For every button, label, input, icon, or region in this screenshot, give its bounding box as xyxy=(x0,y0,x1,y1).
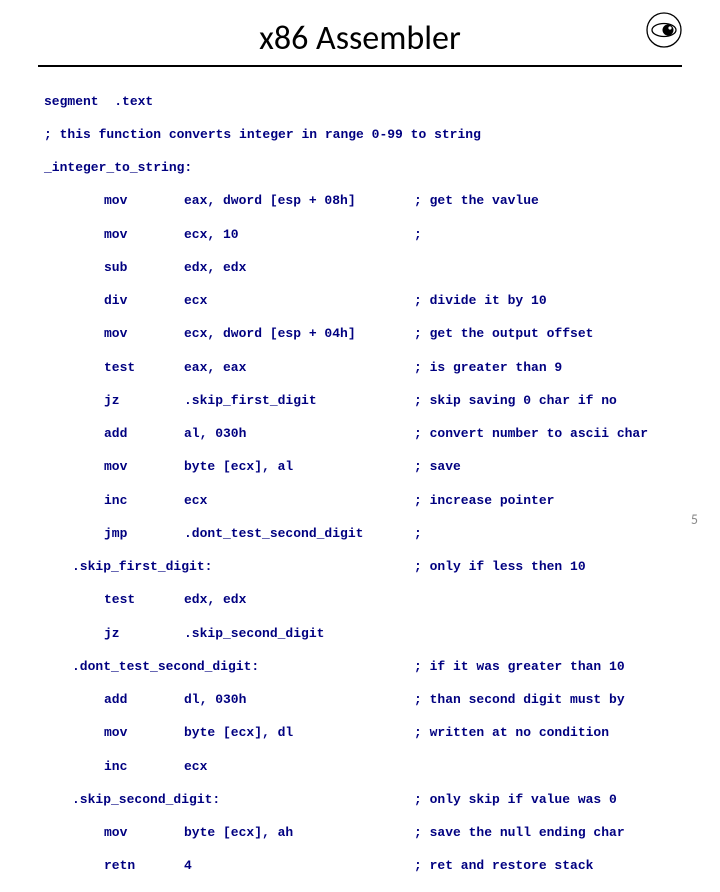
code-line: adddl, 030h; than second digit must by xyxy=(44,692,720,709)
code-line: retn4; ret and restore stack xyxy=(44,858,720,875)
code-label: .skip_second_digit:; only skip if value … xyxy=(44,792,720,809)
code-line: incecx xyxy=(44,759,720,776)
code-line: divecx; divide it by 10 xyxy=(44,293,720,310)
slide-title: x86 Assembler xyxy=(259,18,461,59)
code-listing: segment .text ; this function converts i… xyxy=(44,77,720,892)
code-line: movecx, 10; xyxy=(44,227,720,244)
code-line: jz.skip_second_digit xyxy=(44,626,720,643)
code-line: movbyte [ecx], ah; save the null ending … xyxy=(44,825,720,842)
code-line: movecx, dword [esp + 04h]; get the outpu… xyxy=(44,326,720,343)
code-line: moveax, dword [esp + 08h]; get the vavlu… xyxy=(44,193,720,210)
code-label: _integer_to_string: xyxy=(44,160,720,177)
code-line: incecx; increase pointer xyxy=(44,493,720,510)
code-line: testedx, edx xyxy=(44,592,720,609)
code-line: jmp.dont_test_second_digit; xyxy=(44,526,720,543)
code-label: .dont_test_second_digit:; if it was grea… xyxy=(44,659,720,676)
code-comment: ; this function converts integer in rang… xyxy=(44,127,720,144)
title-bar: x86 Assembler xyxy=(38,0,682,67)
page-number: 5 xyxy=(691,511,698,528)
code-line: subedx, edx xyxy=(44,260,720,277)
code-line: movbyte [ecx], al; save xyxy=(44,459,720,476)
eye-logo-icon xyxy=(644,10,684,50)
code-line: testeax, eax; is greater than 9 xyxy=(44,360,720,377)
code-line: jz.skip_first_digit; skip saving 0 char … xyxy=(44,393,720,410)
code-label: .skip_first_digit:; only if less then 10 xyxy=(44,559,720,576)
code-line: movbyte [ecx], dl; written at no conditi… xyxy=(44,725,720,742)
code-line: segment .text xyxy=(44,94,720,111)
code-line: addal, 030h; convert number to ascii cha… xyxy=(44,426,720,443)
